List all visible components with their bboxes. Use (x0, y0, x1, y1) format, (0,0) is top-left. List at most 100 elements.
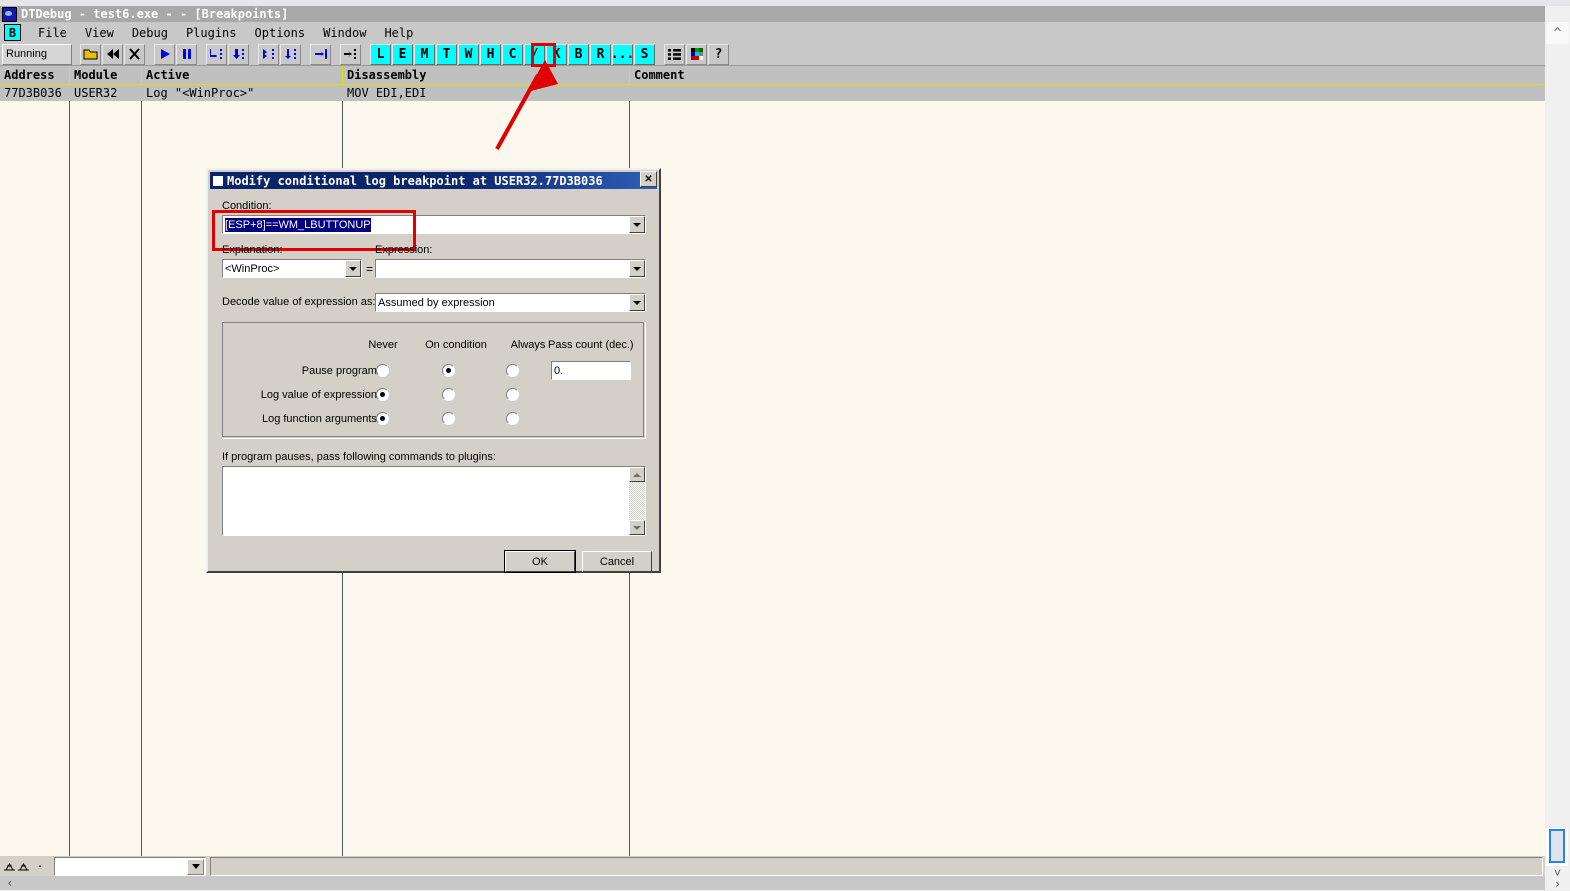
pause-icon[interactable] (176, 43, 197, 65)
scroll-down-icon[interactable] (629, 520, 645, 535)
breakpoint-toggle-icon[interactable] (2, 859, 34, 873)
radio-logvalue-on-condition[interactable] (442, 388, 455, 401)
toolbar: Running L E M T W H C / K B R ... S ? (0, 43, 1545, 66)
dialog-title-bar[interactable]: Modify conditional log breakpoint at USE… (210, 172, 657, 189)
menu-item-debug[interactable]: Debug (123, 26, 177, 40)
toolbar-button-breakpoints[interactable]: B (568, 43, 589, 65)
modify-breakpoint-dialog: Modify conditional log breakpoint at USE… (206, 168, 661, 573)
scrollbar-track[interactable] (629, 482, 645, 520)
decode-value: Assumed by expression (378, 296, 495, 309)
trace-icon[interactable] (340, 43, 361, 65)
condition-input[interactable]: [ESP+8]==WM_LBUTTONUP (222, 215, 646, 234)
status-command-combo[interactable] (54, 856, 206, 876)
column-header-module[interactable]: Module (70, 66, 142, 84)
toolbar-button-references[interactable]: R (590, 43, 611, 65)
menu-item-view[interactable]: View (76, 26, 123, 40)
radio-pause-always[interactable] (506, 364, 519, 377)
toolbar-button-windows[interactable]: W (458, 43, 479, 65)
column-divider[interactable] (141, 101, 142, 856)
condition-label: Condition: (222, 200, 272, 212)
decode-dropdown-arrow[interactable] (629, 294, 645, 311)
menu-item-options[interactable]: Options (246, 26, 315, 40)
chevron-left-icon[interactable]: ‹ (0, 876, 20, 890)
toolbar-button-run-trace[interactable]: ... (611, 43, 634, 65)
animate-into-icon[interactable] (258, 43, 279, 65)
animate-over-icon[interactable] (280, 43, 301, 65)
app-icon (2, 6, 17, 22)
scroll-up-icon[interactable] (629, 467, 645, 482)
breakpoints-window-icon[interactable]: B (4, 24, 21, 41)
pass-count-input[interactable]: 0. (551, 361, 631, 380)
cell-comment (630, 85, 1545, 101)
explanation-combo[interactable]: <WinProc> (222, 259, 362, 278)
window-title-text: DTDebug - test6.exe - - [Breakpoints] (21, 7, 289, 21)
expression-dropdown-arrow[interactable] (629, 260, 645, 277)
menu-item-file[interactable]: File (29, 26, 76, 40)
column-header-active[interactable]: Active (142, 66, 343, 84)
table-row[interactable]: 77D3B036 USER32 Log "<WinProc>" MOV EDI,… (0, 85, 1545, 101)
execute-till-return-icon[interactable] (310, 43, 331, 65)
plugin-commands-label: If program pauses, pass following comman… (222, 451, 496, 463)
always-header: Always (510, 339, 546, 351)
help-question-icon[interactable]: ? (708, 43, 729, 65)
column-header-comment[interactable]: Comment (630, 66, 1545, 84)
toolbar-button-log[interactable]: L (370, 43, 391, 65)
radio-logvalue-never[interactable] (376, 388, 389, 401)
restart-icon[interactable] (102, 43, 123, 65)
toolbar-button-cpu[interactable]: C (502, 43, 523, 65)
condition-dropdown-arrow[interactable] (629, 216, 645, 233)
pass-count-value: 0. (554, 364, 564, 377)
list-view-icon[interactable] (664, 43, 685, 65)
menu-item-window[interactable]: Window (314, 26, 375, 40)
open-folder-icon[interactable] (80, 43, 101, 65)
dialog-close-button[interactable]: ✕ (640, 171, 657, 187)
step-into-icon[interactable] (206, 43, 227, 65)
ok-button[interactable]: OK (504, 550, 576, 573)
pass-count-header: Pass count (dec.) (548, 339, 634, 351)
column-header-address[interactable]: Address (0, 66, 70, 84)
breakpoints-table-header: Address Module Active Disassembly Commen… (0, 66, 1545, 85)
window-right-gutter (1545, 6, 1570, 890)
chevron-right-icon[interactable]: › (1546, 877, 1569, 891)
close-icon[interactable] (124, 43, 145, 65)
status-bar: · (0, 856, 1545, 876)
run-status-indicator: Running (2, 43, 72, 65)
run-icon[interactable] (154, 43, 175, 65)
chevron-down-icon[interactable] (187, 858, 204, 875)
cell-disassembly: MOV EDI,EDI (347, 86, 427, 100)
color-palette-icon[interactable] (686, 43, 707, 65)
explanation-value: <WinProc> (225, 262, 280, 275)
bottom-scroll-bar[interactable]: ‹ (0, 876, 1545, 890)
expression-combo[interactable] (375, 259, 646, 278)
toolbar-button-executables[interactable]: E (392, 43, 413, 65)
vertical-scrollbar-thumb[interactable] (1549, 829, 1565, 863)
pause-program-label: Pause program: (301, 365, 380, 377)
menu-item-help[interactable]: Help (375, 26, 422, 40)
cancel-button[interactable]: Cancel (582, 551, 652, 572)
toolbar-button-source[interactable]: S (634, 43, 655, 65)
column-header-disassembly[interactable]: Disassembly (343, 66, 630, 84)
radio-logargs-always[interactable] (506, 412, 519, 425)
column-divider[interactable] (69, 101, 70, 856)
chevron-up-icon[interactable]: ^ (1546, 22, 1569, 44)
plugin-commands-scrollbar[interactable] (629, 467, 645, 535)
explanation-dropdown-arrow[interactable] (345, 260, 361, 277)
radio-logargs-on-condition[interactable] (442, 412, 455, 425)
plugin-commands-textarea[interactable] (222, 466, 646, 536)
radio-logargs-never[interactable] (376, 412, 389, 425)
cell-module: USER32 (74, 86, 118, 100)
radio-pause-on-condition[interactable] (442, 364, 455, 377)
radio-logvalue-always[interactable] (506, 388, 519, 401)
decode-combo[interactable]: Assumed by expression (375, 293, 646, 312)
toolbar-button-memory[interactable]: M (414, 43, 435, 65)
status-dot-icon: · (36, 859, 44, 873)
menu-item-plugins[interactable]: Plugins (177, 26, 246, 40)
dialog-icon (213, 175, 223, 186)
radio-pause-never[interactable] (376, 364, 389, 377)
step-over-icon[interactable] (228, 43, 249, 65)
equals-sign-label: = (366, 262, 374, 276)
toolbar-button-handles[interactable]: H (480, 43, 501, 65)
toolbar-button-threads[interactable]: T (436, 43, 457, 65)
decode-label: Decode value of expression as: (222, 296, 376, 308)
explanation-label: Explanation: (222, 244, 283, 256)
